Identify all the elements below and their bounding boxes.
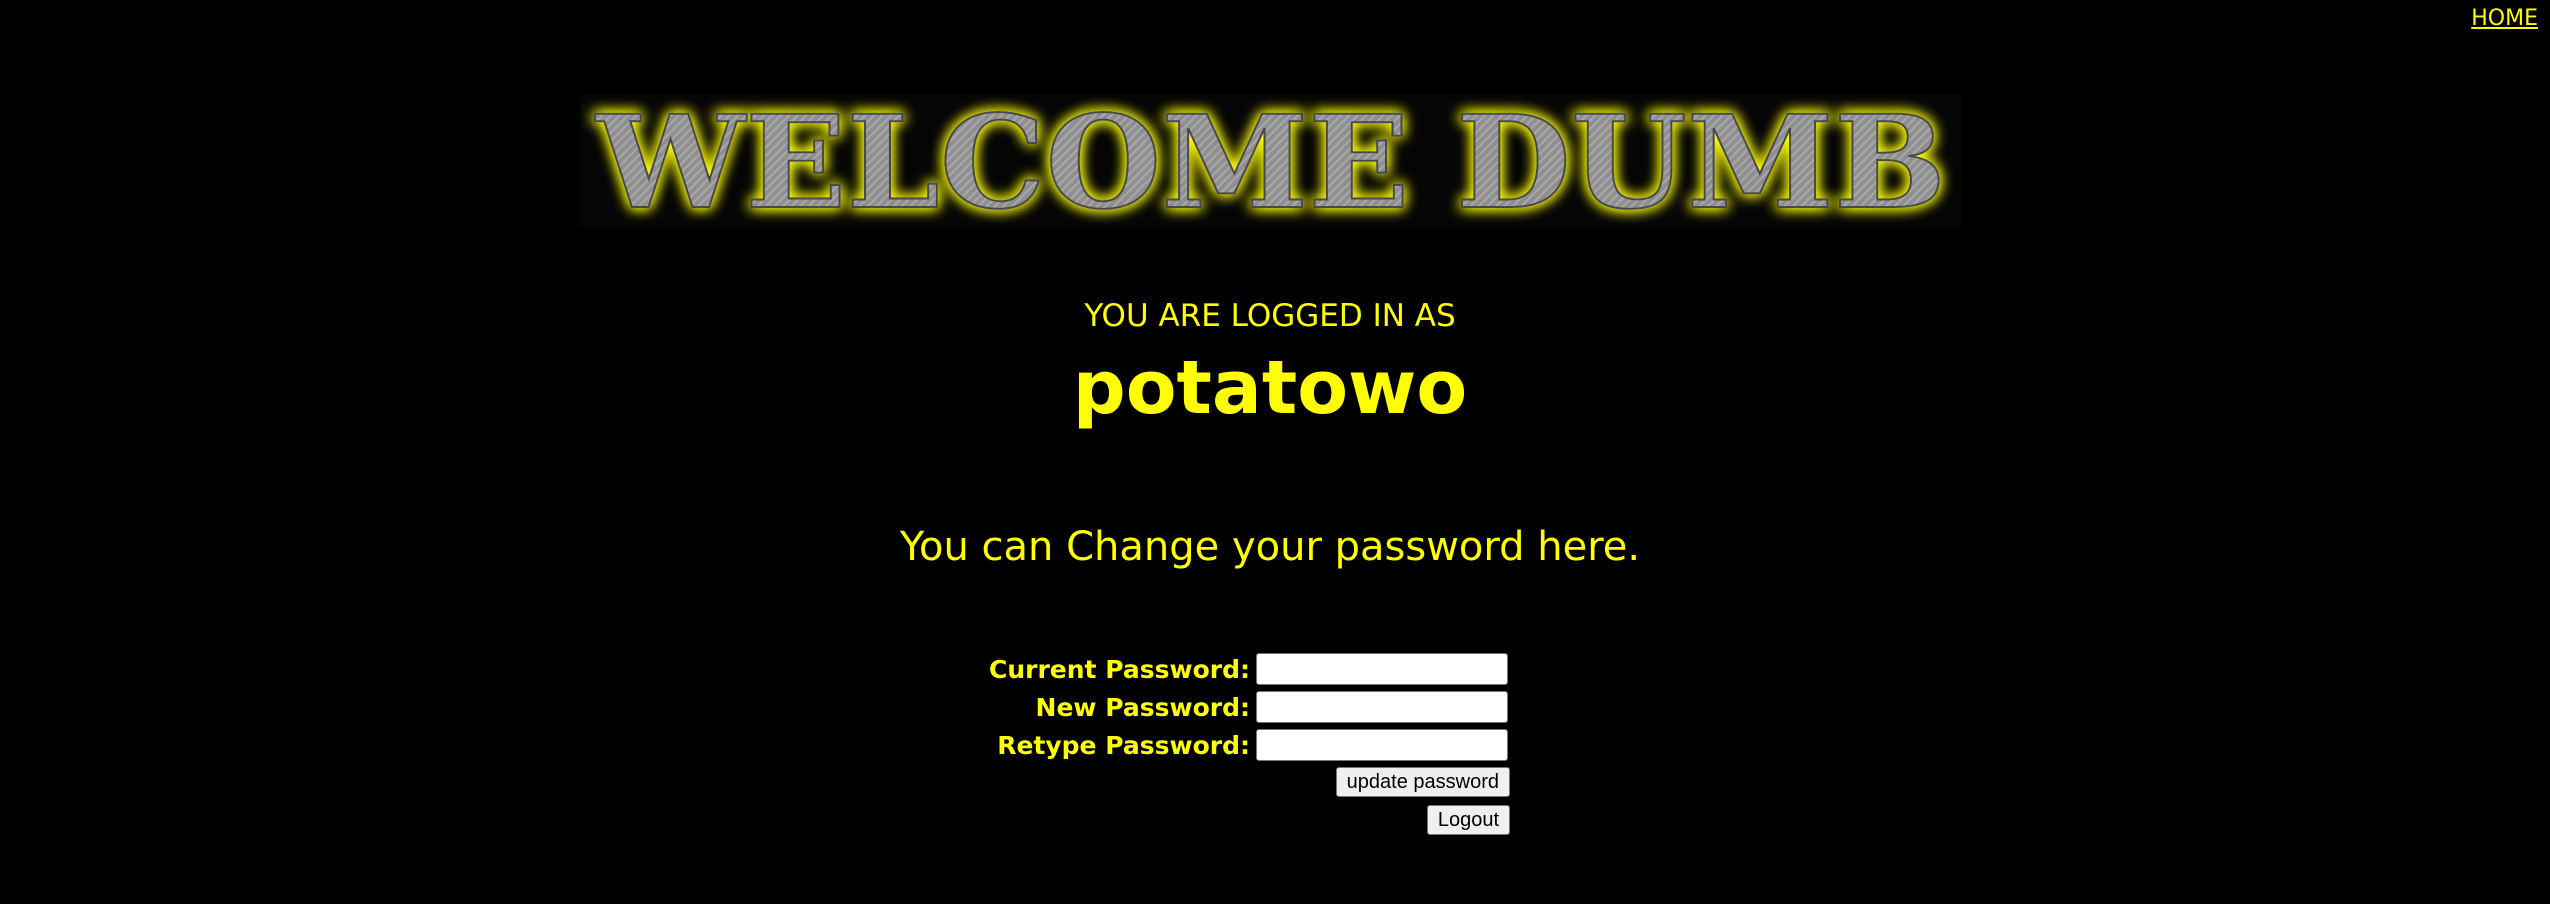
banner-title: WELCOME DUMB [594,94,1946,228]
logout-button[interactable]: Logout [1426,805,1510,835]
update-password-button[interactable]: update password [1335,767,1510,797]
new-password-input[interactable] [1256,691,1508,723]
current-password-input[interactable] [1256,653,1508,685]
retype-password-row: Retype Password: [0,729,2550,763]
username: potatowo [1072,345,1468,431]
retype-password-label: Retype Password: [997,731,1250,760]
new-password-label: New Password: [1035,693,1250,722]
current-password-row: Current Password: [0,653,2550,687]
welcome-banner: WELCOME DUMB [580,94,1962,228]
new-password-row: New Password: [0,691,2550,725]
retype-password-input[interactable] [1256,729,1508,761]
change-password-message: You can Change your password here. [899,524,1641,570]
home-link[interactable]: HOME [2471,6,2538,31]
current-password-label: Current Password: [989,655,1250,684]
welcome-banner-graphic: WELCOME DUMB [593,94,1947,228]
logged-in-label: YOU ARE LOGGED IN AS [1084,298,1456,334]
